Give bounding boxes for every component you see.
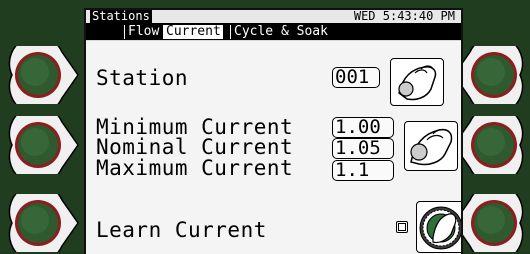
tab-current[interactable]: Current bbox=[164, 25, 223, 39]
left-button-top[interactable] bbox=[8, 46, 80, 104]
title-bar: Stations WED 5:43:40 PM bbox=[86, 10, 461, 24]
station-label: Station bbox=[96, 66, 189, 90]
screen-title: Stations bbox=[90, 9, 152, 23]
content-area: Station 001 Minimum Current 1.00 Nominal… bbox=[86, 41, 461, 254]
tab-cycle-soak[interactable]: Cycle & Soak bbox=[232, 25, 330, 39]
learn-current-checkbox[interactable] bbox=[396, 221, 408, 233]
learn-current-knob-button[interactable] bbox=[416, 201, 461, 253]
knob-dial-icon bbox=[419, 206, 461, 250]
current-edit-button[interactable] bbox=[404, 121, 458, 171]
station-value[interactable]: 001 bbox=[332, 67, 380, 88]
lcd-screen: Stations WED 5:43:40 PM Flow Current Cyc… bbox=[84, 8, 463, 254]
station-edit-button[interactable] bbox=[390, 58, 444, 106]
left-button-middle[interactable] bbox=[8, 116, 80, 174]
nominal-current-value[interactable]: 1.05 bbox=[332, 138, 394, 159]
hand-knob-icon bbox=[398, 65, 437, 101]
nominal-current-label: Nominal Current bbox=[96, 135, 294, 159]
left-button-bottom[interactable] bbox=[8, 194, 80, 252]
hand-knob-icon bbox=[410, 128, 453, 166]
maximum-current-label: Maximum Current bbox=[96, 156, 294, 180]
tab-flow[interactable]: Flow bbox=[126, 25, 161, 39]
maximum-current-value[interactable]: 1.1 bbox=[332, 160, 394, 181]
tab-bar: Flow Current Cycle & Soak bbox=[86, 24, 461, 40]
minimum-current-value[interactable]: 1.00 bbox=[332, 117, 394, 138]
datetime-readout: WED 5:43:40 PM bbox=[353, 9, 455, 23]
learn-current-label: Learn Current bbox=[96, 218, 267, 242]
